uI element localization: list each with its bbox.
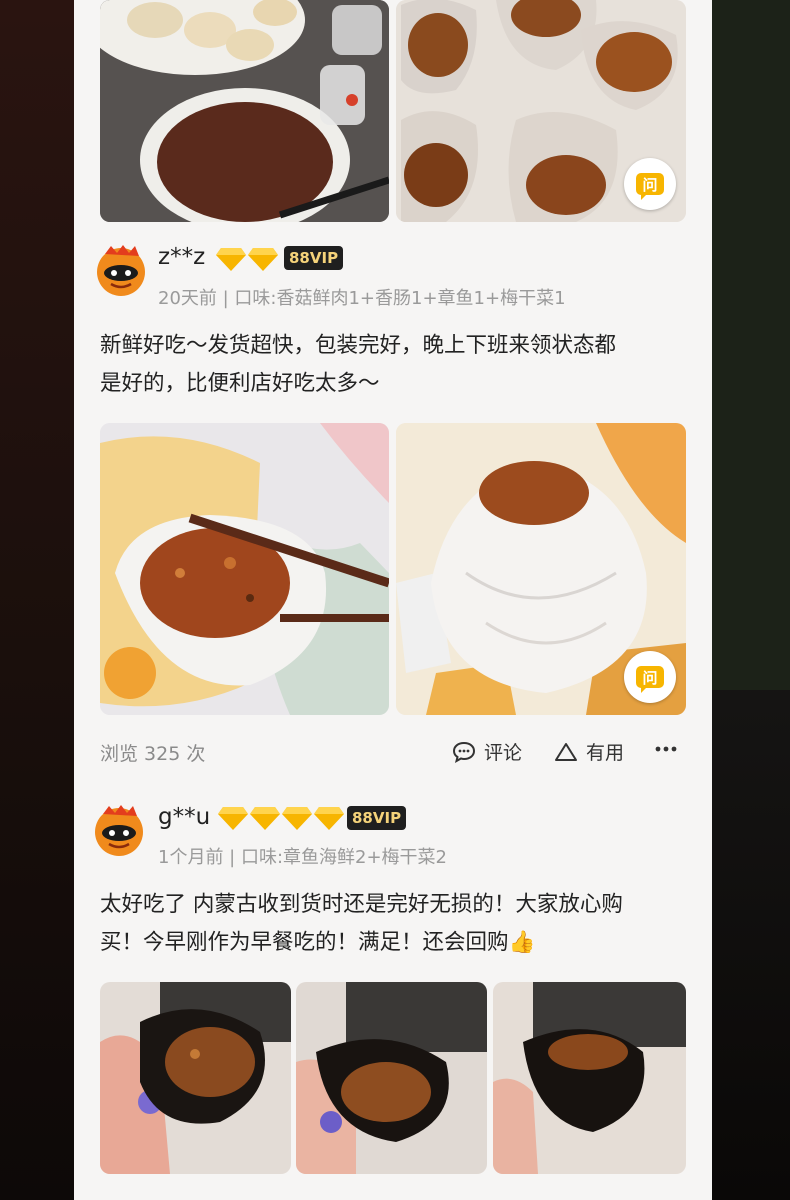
review-photo[interactable]: 问	[396, 423, 686, 715]
ask-button[interactable]: 问	[624, 158, 676, 210]
diamond-icon	[282, 807, 312, 830]
comment-label: 评论	[484, 742, 523, 764]
ask-button[interactable]: 问	[624, 651, 676, 703]
more-icon	[655, 746, 677, 752]
useful-icon	[555, 742, 577, 761]
review-photo[interactable]	[296, 982, 487, 1174]
diamond-icon	[218, 807, 248, 830]
diamond-icon	[216, 248, 246, 271]
useful-button[interactable]: 有用	[554, 738, 624, 765]
member-diamonds	[218, 805, 344, 831]
review-meta: 1个月前 | 口味:章鱼海鲜2+梅干菜2	[158, 847, 448, 868]
username[interactable]: g**u	[158, 804, 210, 830]
review-text: 太好吃了 内蒙古收到货时还是完好无损的！大家放心购 买！今早刚作为早餐吃的！满足…	[100, 892, 623, 955]
diamond-icon	[248, 248, 278, 271]
diamond-icon	[314, 807, 344, 830]
avatar[interactable]	[89, 800, 149, 860]
review-photo[interactable]	[100, 982, 291, 1174]
member-diamonds	[216, 246, 278, 272]
more-button[interactable]	[654, 738, 678, 760]
comment-button[interactable]: 评论	[452, 738, 522, 765]
ask-icon: 问	[636, 666, 664, 693]
review-feed: 问 z**z 88VIP 20天前 | 口味:香菇鲜肉1+香肠1+章鱼1+梅干菜…	[74, 0, 712, 1200]
vip-badge: 88VIP	[347, 806, 407, 830]
diamond-icon	[250, 807, 280, 830]
useful-label: 有用	[586, 742, 625, 764]
background-right	[712, 0, 790, 1200]
comment-icon	[452, 741, 476, 763]
avatar[interactable]	[91, 240, 151, 300]
review-photo[interactable]: 问	[396, 0, 686, 222]
review-photo[interactable]	[493, 982, 686, 1174]
review-photo[interactable]	[100, 423, 389, 715]
vip-badge: 88VIP	[284, 246, 344, 270]
ask-icon: 问	[636, 173, 664, 200]
view-count: 浏览 325 次	[100, 743, 206, 765]
review-text: 新鲜好吃～发货超快，包装完好，晚上下班来领状态都 是好的，比便利店好吃太多～	[100, 333, 617, 396]
review-meta: 20天前 | 口味:香菇鲜肉1+香肠1+章鱼1+梅干菜1	[158, 288, 566, 309]
background-left	[0, 0, 76, 1200]
review-photo[interactable]	[100, 0, 389, 222]
username[interactable]: z**z	[158, 244, 205, 270]
